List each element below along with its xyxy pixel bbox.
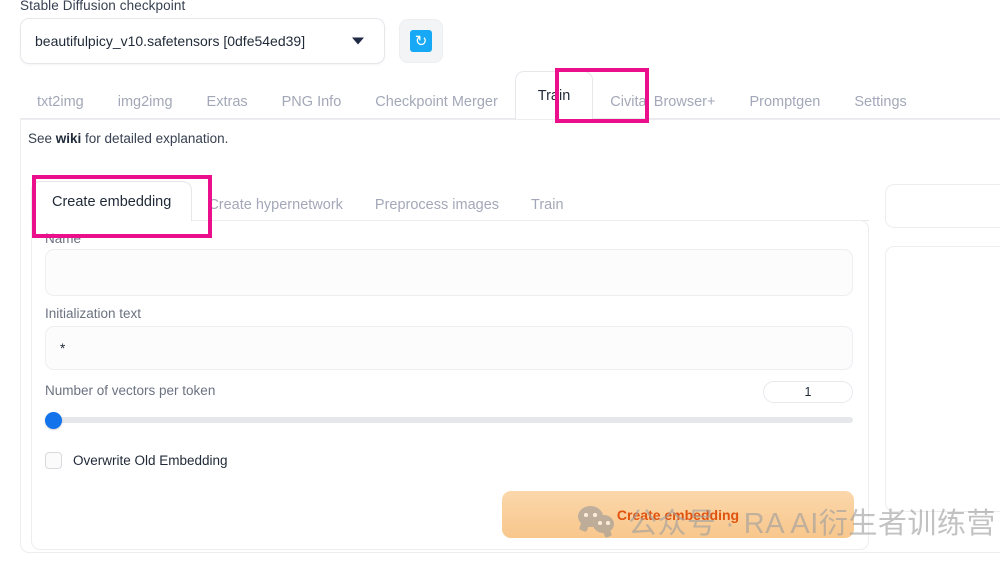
create-embedding-button-label: Create embedding — [616, 506, 740, 523]
wiki-notice-suffix: for detailed explanation. — [81, 131, 229, 146]
wiki-notice: See wiki for detailed explanation. — [28, 131, 228, 146]
vectors-per-token-label: Number of vectors per token — [45, 383, 216, 398]
main-tab-bar: txt2img img2img Extras PNG Info Checkpoi… — [20, 71, 1000, 119]
train-subtab-bar: Create embedding Create hypernetwork Pre… — [31, 181, 580, 221]
slider-track — [45, 417, 853, 423]
tab-img2img[interactable]: img2img — [101, 85, 190, 119]
output-gallery-panel — [885, 246, 1000, 512]
wiki-link[interactable]: wiki — [56, 131, 82, 146]
overwrite-old-embedding-label: Overwrite Old Embedding — [73, 453, 228, 468]
tab-train[interactable]: Train — [514, 71, 594, 119]
tab-checkpoint-merger[interactable]: Checkpoint Merger — [358, 85, 515, 119]
name-input[interactable] — [45, 249, 853, 296]
refresh-icon: ↻ — [410, 30, 432, 52]
subtab-create-hypernetwork[interactable]: Create hypernetwork — [192, 189, 359, 221]
wiki-notice-prefix: See — [28, 131, 56, 146]
tab-txt2img[interactable]: txt2img — [20, 85, 101, 119]
subtab-preprocess-images[interactable]: Preprocess images — [359, 189, 515, 221]
initialization-text-label: Initialization text — [45, 306, 142, 321]
initialization-text-input[interactable]: * — [45, 326, 853, 370]
subtab-create-embedding[interactable]: Create embedding — [31, 181, 193, 221]
subtab-train[interactable]: Train — [515, 189, 580, 221]
checkpoint-label: Stable Diffusion checkpoint — [20, 0, 186, 13]
vectors-per-token-number-input[interactable]: 1 — [763, 381, 853, 403]
checkpoint-value: beautifulpicy_v10.safetensors [0dfe54ed3… — [35, 33, 306, 49]
create-embedding-button[interactable]: Create embedding — [502, 491, 854, 538]
chevron-down-icon[interactable] — [352, 37, 364, 45]
output-status-panel — [885, 184, 1000, 228]
overwrite-old-embedding-checkbox[interactable] — [45, 452, 62, 469]
name-label: Name — [45, 231, 82, 246]
checkpoint-dropdown[interactable]: beautifulpicy_v10.safetensors [0dfe54ed3… — [20, 18, 385, 64]
tab-settings[interactable]: Settings — [837, 85, 923, 119]
tab-png-info[interactable]: PNG Info — [265, 85, 359, 119]
stable-diffusion-webui: Stable Diffusion checkpoint beautifulpic… — [0, 0, 1000, 569]
tab-promptgen[interactable]: Promptgen — [732, 85, 837, 119]
overwrite-old-embedding-row[interactable]: Overwrite Old Embedding — [45, 452, 228, 469]
vectors-per-token-slider[interactable] — [45, 412, 853, 429]
checkpoint-row: beautifulpicy_v10.safetensors [0dfe54ed3… — [20, 18, 385, 64]
slider-thumb[interactable] — [45, 412, 62, 429]
tab-extras[interactable]: Extras — [190, 85, 265, 119]
tab-civitai-browser[interactable]: Civitai Browser+ — [593, 85, 732, 119]
refresh-checkpoints-button[interactable]: ↻ — [399, 19, 443, 63]
